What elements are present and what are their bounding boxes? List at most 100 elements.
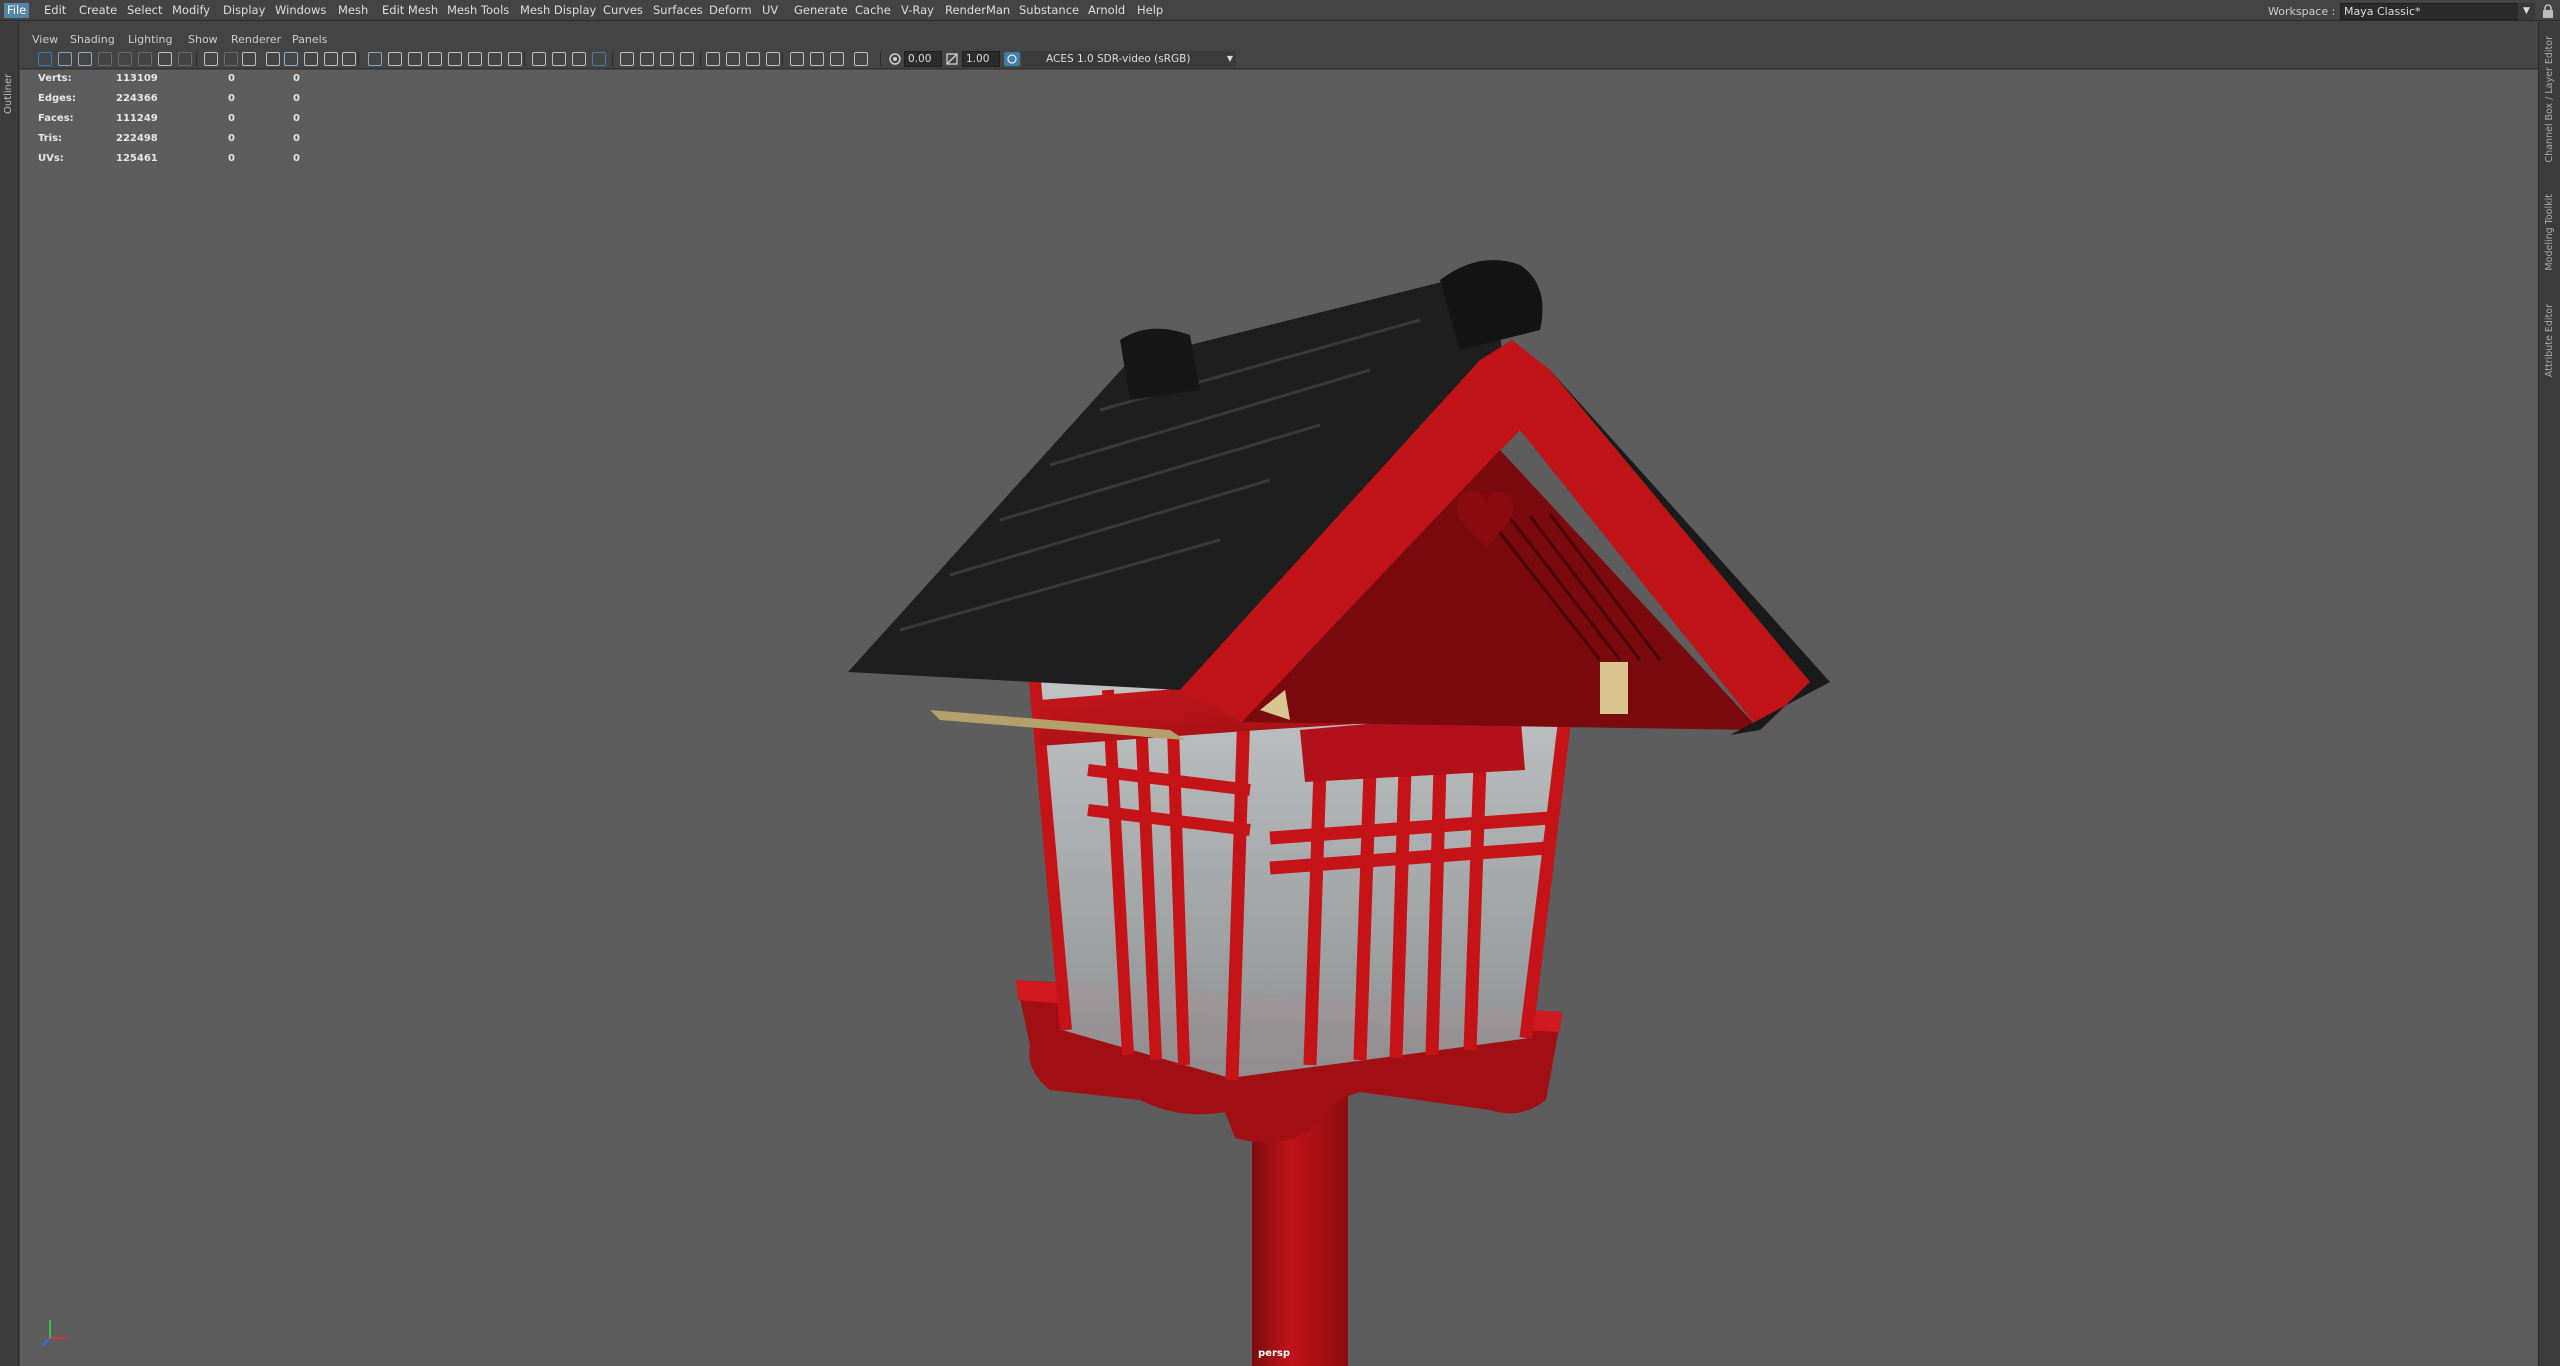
select-camera-icon[interactable] [38, 52, 52, 66]
gold-accent-right [1600, 662, 1628, 714]
menu-generate[interactable]: Generate [791, 3, 851, 18]
2d-pan-icon[interactable] [118, 52, 132, 66]
panel-menu-bar: View Shading Lighting Show Renderer Pane… [20, 30, 2538, 49]
menu-edit-mesh[interactable]: Edit Mesh [379, 3, 441, 18]
smooth-shade-icon[interactable] [408, 52, 422, 66]
menu-v-ray[interactable]: V-Ray [898, 3, 937, 18]
image-plane-icon[interactable] [98, 52, 112, 66]
menu-modify[interactable]: Modify [169, 3, 213, 18]
xray-components-icon[interactable] [592, 52, 606, 66]
isolate-select-icon[interactable] [620, 52, 634, 66]
default-material-icon[interactable] [428, 52, 442, 66]
view-axis-gizmo-icon [41, 1320, 68, 1347]
safe-action-icon[interactable] [324, 52, 338, 66]
multisample-icon[interactable] [706, 52, 720, 66]
color-space-dropdown[interactable]: ACES 1.0 SDR-video (sRGB) [1022, 51, 1236, 67]
menu-mesh[interactable]: Mesh [335, 3, 371, 18]
menu-create[interactable]: Create [76, 3, 120, 18]
menu-mesh-display[interactable]: Mesh Display [517, 3, 599, 18]
snapshot-icon[interactable] [158, 52, 172, 66]
workspace-label: Workspace : [2268, 5, 2336, 18]
lock-icon[interactable] [2542, 4, 2554, 18]
select-highlight-icon[interactable] [854, 52, 868, 66]
menu-windows[interactable]: Windows [272, 3, 329, 18]
workspace-dropdown[interactable]: Maya Classic* [2340, 3, 2534, 20]
shading-smooth-icon[interactable] [810, 52, 824, 66]
3d-viewport[interactable]: Verts: 113109 0 0 Edges: 224366 0 0 Face… [20, 70, 2538, 1366]
menu-edit[interactable]: Edit [41, 3, 69, 18]
chevron-down-icon[interactable]: ▼ [2518, 3, 2535, 20]
motion-blur-icon[interactable] [660, 52, 674, 66]
panel-menu-lighting[interactable]: Lighting [128, 33, 172, 46]
menu-help[interactable]: Help [1134, 3, 1166, 18]
outliner-strip: Outliner [0, 22, 19, 1366]
attribute-editor-tab[interactable]: Attribute Editor [2544, 304, 2555, 377]
color-management-icon[interactable] [1004, 52, 1020, 66]
xray-joints-icon[interactable] [572, 52, 586, 66]
toolbar-separator [524, 52, 525, 66]
resolution-gate-icon[interactable] [266, 52, 280, 66]
menu-arnold[interactable]: Arnold [1085, 3, 1128, 18]
menu-renderman[interactable]: RenderMan [942, 3, 1013, 18]
modeling-toolkit-tab[interactable]: Modeling Toolkit [2544, 194, 2555, 271]
shading-wireframe-icon[interactable] [790, 52, 804, 66]
exposure-field[interactable]: 0.00 [904, 51, 942, 67]
wireframe-on-shaded-icon[interactable] [532, 52, 546, 66]
menu-deform[interactable]: Deform [706, 3, 755, 18]
menu-cache[interactable]: Cache [852, 3, 894, 18]
gamma-field[interactable]: 1.00 [962, 51, 1000, 67]
toolbar-separator [612, 52, 613, 66]
film-gate-icon[interactable] [242, 52, 256, 66]
channel-box-tab[interactable]: Channel Box / Layer Editor [2544, 36, 2555, 163]
camera-tools-icon[interactable] [204, 52, 218, 66]
panel-menu-shading[interactable]: Shading [70, 33, 115, 46]
exposure-icon[interactable] [888, 52, 902, 66]
grid-icon[interactable] [368, 52, 382, 66]
toolbar-separator [358, 52, 359, 66]
smooth-preview-icon[interactable] [640, 52, 654, 66]
menu-select[interactable]: Select [124, 3, 165, 18]
safe-title-icon[interactable] [342, 52, 356, 66]
panel-menu-view[interactable]: View [32, 33, 58, 46]
flat-lighting-icon[interactable] [830, 52, 844, 66]
menu-display[interactable]: Display [220, 3, 268, 18]
camera-attributes-icon[interactable] [58, 52, 72, 66]
main-menu-bar: File Edit Create Select Modify Display Windows… [0, 0, 2560, 21]
grease-pencil-icon[interactable] [138, 52, 152, 66]
field-chart-icon[interactable] [304, 52, 318, 66]
menu-substance[interactable]: Substance [1016, 3, 1082, 18]
toolbar-separator [782, 52, 783, 66]
outliner-tab[interactable]: Outliner [3, 54, 16, 114]
xray-icon[interactable] [552, 52, 566, 66]
screen-space-icon[interactable] [746, 52, 760, 66]
playblast-icon[interactable] [178, 52, 192, 66]
ambient-occlusion-icon[interactable] [508, 52, 522, 66]
toolbar-separator [700, 52, 701, 66]
panel-menu-panels[interactable]: Panels [292, 33, 327, 46]
gate-mask-icon[interactable] [284, 52, 298, 66]
shadows-icon[interactable] [488, 52, 502, 66]
toolbar-separator [196, 52, 197, 66]
textured-icon[interactable] [448, 52, 462, 66]
use-all-lights-icon[interactable] [468, 52, 482, 66]
stone-lantern-model[interactable] [20, 70, 2538, 1366]
bookmark-icon[interactable] [78, 52, 92, 66]
menu-file[interactable]: File [4, 3, 30, 18]
panel-menu-show[interactable]: Show [188, 33, 218, 46]
menu-curves[interactable]: Curves [600, 3, 646, 18]
chevron-down-icon[interactable]: ▼ [1224, 51, 1236, 67]
hud-icon[interactable] [766, 52, 780, 66]
menu-uv[interactable]: UV [759, 3, 781, 18]
roof-ridge-left [1120, 328, 1200, 400]
depth-of-field-icon[interactable] [726, 52, 740, 66]
panel-toolbar: 0.00 1.00 ACES 1.0 SDR-video (sRGB) ▼ [20, 49, 2538, 69]
menu-mesh-tools[interactable]: Mesh Tools [444, 3, 512, 18]
panel-menu-renderer[interactable]: Renderer [231, 33, 281, 46]
camera-name-label: persp [1258, 1348, 1290, 1359]
menu-surfaces[interactable]: Surfaces [650, 3, 706, 18]
right-dock-strip: Channel Box / Layer Editor Modeling Tool… [2538, 22, 2560, 1366]
gamma-icon[interactable] [945, 52, 959, 66]
lock-camera-icon[interactable] [224, 52, 238, 66]
ssao-icon[interactable] [680, 52, 694, 66]
wireframe-icon[interactable] [388, 52, 402, 66]
